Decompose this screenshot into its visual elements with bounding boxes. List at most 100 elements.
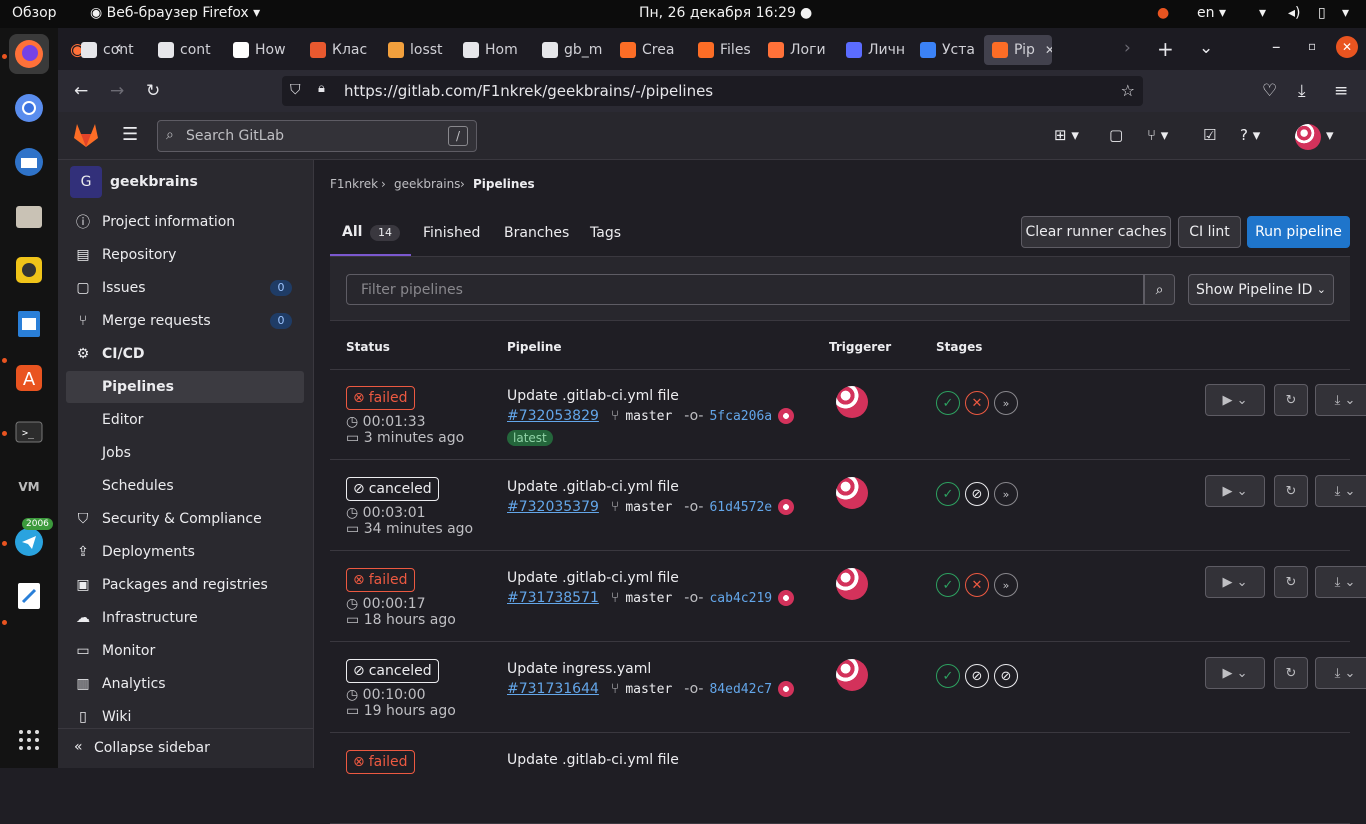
commit-title[interactable]: Update ingress.yaml: [507, 661, 651, 677]
stage-cancel-icon[interactable]: ⊘: [994, 664, 1018, 688]
downloads-icon[interactable]: ⤓: [1298, 81, 1306, 101]
tab-finished[interactable]: Finished: [423, 225, 480, 241]
tab-all[interactable]: All 14: [330, 208, 411, 256]
download-artifacts-dropdown[interactable]: ⤓ ⌄: [1315, 566, 1366, 598]
sidebar-item-schedules[interactable]: Schedules: [66, 470, 304, 502]
dock-thunderbird-icon[interactable]: [9, 142, 49, 182]
browser-tab[interactable]: Личн: [838, 35, 906, 65]
sidebar-item-issues[interactable]: ▢ Issues 0: [66, 272, 304, 304]
triggerer-avatar[interactable]: [836, 568, 868, 600]
bookmark-star-icon[interactable]: ☆: [1121, 81, 1135, 100]
breadcrumb-user[interactable]: F1nkrek: [330, 177, 378, 191]
merge-requests-icon[interactable]: ⑂ ▾: [1147, 126, 1168, 144]
browser-tab[interactable]: How: [225, 35, 297, 65]
commit-author-avatar[interactable]: [778, 681, 795, 697]
clear-runner-caches-button[interactable]: Clear runner caches: [1021, 216, 1171, 248]
language-indicator[interactable]: en ▾: [1197, 5, 1226, 21]
scroll-tabs-right-icon[interactable]: ›: [1124, 38, 1131, 58]
pocket-icon[interactable]: ♡: [1262, 81, 1277, 101]
stage-ok-icon[interactable]: ✓: [936, 391, 960, 415]
dock-firefox-icon[interactable]: [9, 34, 49, 74]
dock-software-icon[interactable]: A: [9, 358, 49, 398]
minimize-window-icon[interactable]: –: [1272, 37, 1281, 57]
triggerer-avatar[interactable]: [836, 659, 868, 691]
commit-sha-link[interactable]: 61d4572e: [709, 500, 772, 515]
branch-name[interactable]: master: [625, 409, 672, 424]
main-menu-icon[interactable]: ☰: [122, 124, 138, 145]
retry-pipeline-button[interactable]: ↻: [1274, 384, 1308, 416]
project-avatar[interactable]: G: [70, 166, 102, 198]
sidebar-item-infrastructure[interactable]: ☁ Infrastructure: [66, 602, 304, 634]
commit-title[interactable]: Update .gitlab-ci.yml file: [507, 479, 679, 495]
retry-pipeline-button[interactable]: ↻: [1274, 657, 1308, 689]
activities-button[interactable]: Обзор: [12, 5, 57, 21]
download-artifacts-dropdown[interactable]: ⤓ ⌄: [1315, 475, 1366, 507]
create-new-icon[interactable]: ⊞ ▾: [1054, 126, 1079, 144]
stage-skip-icon[interactable]: »: [994, 573, 1018, 597]
wifi-icon[interactable]: ▾: [1259, 5, 1266, 21]
pipeline-id-link[interactable]: #732053829: [507, 408, 599, 424]
sidebar-item-security-compliance[interactable]: ⛉ Security & Compliance: [66, 503, 304, 535]
menu-hamburger-icon[interactable]: ≡: [1334, 81, 1348, 101]
commit-title[interactable]: Update .gitlab-ci.yml file: [507, 752, 679, 768]
project-name[interactable]: geekbrains: [110, 174, 198, 190]
commit-title[interactable]: Update .gitlab-ci.yml file: [507, 388, 679, 404]
pipeline-id-link[interactable]: #731731644: [507, 681, 599, 697]
firefox-app-menu[interactable]: ◉ Веб-браузер Firefox ▾: [90, 5, 260, 21]
sidebar-item-pipelines[interactable]: Pipelines: [66, 371, 304, 403]
branch-name[interactable]: master: [625, 682, 672, 697]
address-bar[interactable]: ⛉ 🔒︎ https://gitlab.com/F1nkrek/geekbrai…: [282, 76, 1143, 106]
maximize-window-icon[interactable]: ▫: [1308, 39, 1316, 53]
stage-cancel-icon[interactable]: ⊘: [965, 664, 989, 688]
sidebar-item-editor[interactable]: Editor: [66, 404, 304, 436]
stage-skip-icon[interactable]: »: [994, 482, 1018, 506]
download-artifacts-dropdown[interactable]: ⤓ ⌄: [1315, 657, 1366, 689]
branch-name[interactable]: master: [625, 591, 672, 606]
issues-icon[interactable]: ▢: [1109, 126, 1123, 144]
show-pipeline-id-dropdown[interactable]: Show Pipeline ID ⌄: [1188, 274, 1334, 305]
list-tabs-icon[interactable]: ⌄: [1199, 38, 1213, 58]
download-artifacts-dropdown[interactable]: ⤓ ⌄: [1315, 384, 1366, 416]
sidebar-item-analytics[interactable]: ▥ Analytics: [66, 668, 304, 700]
stage-ok-icon[interactable]: ✓: [936, 664, 960, 688]
filter-search-button[interactable]: ⌕: [1144, 274, 1175, 305]
browser-tab[interactable]: Клас: [302, 35, 374, 65]
dock-virtualbox-icon[interactable]: VM: [9, 466, 49, 506]
dock-rhythmbox-icon[interactable]: [9, 250, 49, 290]
pipeline-id-link[interactable]: #732035379: [507, 499, 599, 515]
commit-author-avatar[interactable]: [778, 499, 795, 515]
sidebar-item-repository[interactable]: ▤ Repository: [66, 239, 304, 271]
stage-ok-icon[interactable]: ✓: [936, 482, 960, 506]
dock-files-icon[interactable]: [9, 196, 49, 236]
system-menu-chevron-icon[interactable]: ▾: [1342, 5, 1349, 21]
collapse-sidebar-button[interactable]: « Collapse sidebar: [58, 728, 313, 768]
breadcrumb-project[interactable]: geekbrains: [394, 177, 460, 191]
shield-icon[interactable]: ⛉: [290, 82, 301, 98]
triggerer-avatar[interactable]: [836, 477, 868, 509]
stage-skip-icon[interactable]: »: [994, 391, 1018, 415]
browser-tab[interactable]: Pip ✕: [984, 35, 1052, 65]
tab-tags[interactable]: Tags: [590, 225, 621, 241]
stage-fail-icon[interactable]: ✕: [965, 391, 989, 415]
status-badge[interactable]: ⊗ failed: [346, 750, 415, 774]
dock-writer-icon[interactable]: [9, 304, 49, 344]
commit-title[interactable]: Update .gitlab-ci.yml file: [507, 570, 679, 586]
manual-job-dropdown[interactable]: ▶ ⌄: [1205, 657, 1265, 689]
tab-branches[interactable]: Branches: [504, 225, 569, 241]
browser-tab[interactable]: gb_m: [534, 35, 606, 65]
close-window-icon[interactable]: ✕: [1336, 36, 1358, 58]
commit-author-avatar[interactable]: [778, 590, 795, 606]
browser-tab[interactable]: cont: [73, 35, 143, 65]
manual-job-dropdown[interactable]: ▶ ⌄: [1205, 475, 1265, 507]
retry-pipeline-button[interactable]: ↻: [1274, 566, 1308, 598]
browser-tab[interactable]: Hom: [455, 35, 529, 65]
browser-tab[interactable]: Логи: [760, 35, 832, 65]
browser-tab[interactable]: Crea: [612, 35, 684, 65]
todo-icon[interactable]: ☑: [1203, 126, 1216, 144]
status-badge[interactable]: ⊗ failed: [346, 568, 415, 592]
help-icon[interactable]: ? ▾: [1240, 126, 1260, 144]
back-icon[interactable]: ←: [74, 81, 88, 101]
stage-fail-icon[interactable]: ✕: [965, 573, 989, 597]
pipeline-id-link[interactable]: #731738571: [507, 590, 599, 606]
stage-cancel-icon[interactable]: ⊘: [965, 482, 989, 506]
